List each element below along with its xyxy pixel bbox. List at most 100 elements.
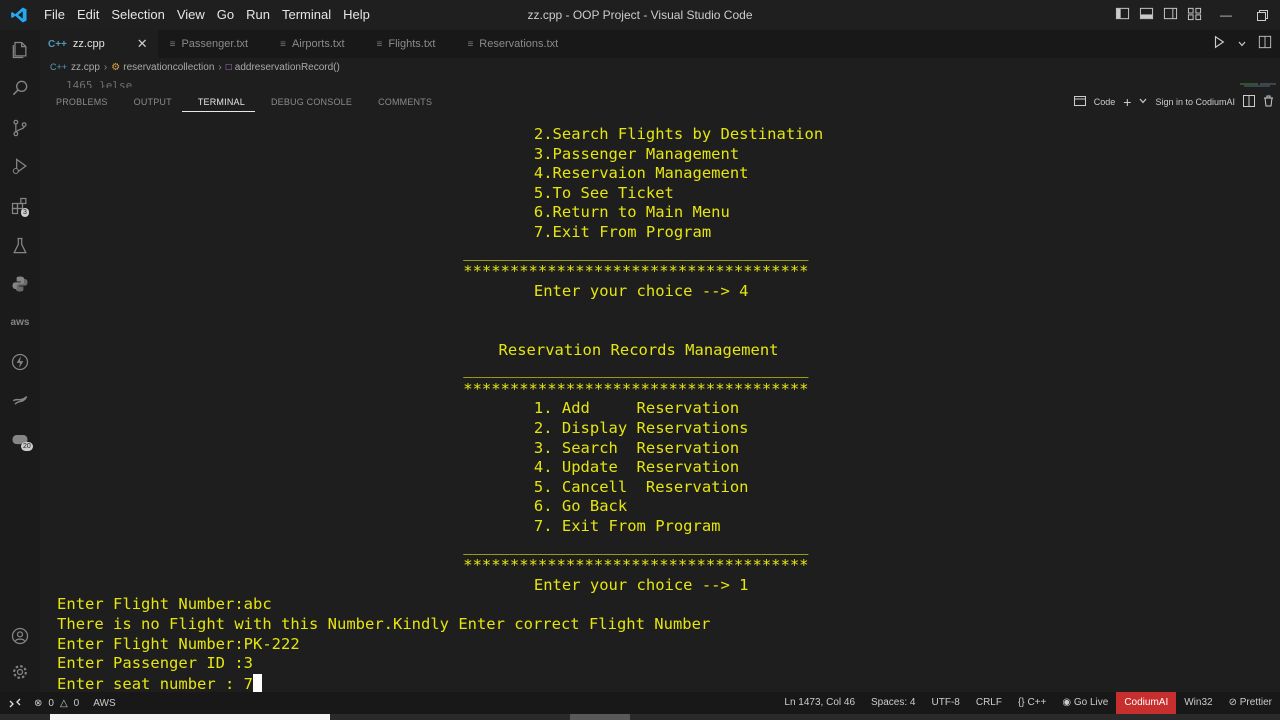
terminal-line: _____________________________________ [463,242,809,261]
live-share-icon[interactable] [0,382,40,418]
codium-button[interactable]: CodiumAI [1116,692,1177,714]
terminal-view[interactable]: 2.Search Flights by Destination 3.Passeng… [40,112,1280,693]
menu-selection[interactable]: Selection [105,0,170,30]
go-live-button[interactable]: ◉ Go Live [1054,692,1116,714]
tab-passenger-txt[interactable]: ≡ Passenger.txt [162,30,259,58]
braces-icon: {} [1017,697,1025,708]
accounts-icon[interactable] [0,618,40,654]
settings-gear-icon[interactable] [0,654,40,690]
split-terminal-icon[interactable] [1243,95,1255,109]
encoding[interactable]: UTF-8 [924,692,968,714]
breadcrumb-file[interactable]: zz.cpp [71,62,100,73]
status-left: ⊗ 0 △ 0 AWS [34,698,116,709]
vscode-logo-icon[interactable] [0,0,38,30]
chevron-right-icon: › [103,61,108,73]
language-mode[interactable]: {} C++ [1010,692,1054,714]
terminal-line: ************************************* [463,556,809,575]
indentation[interactable]: Spaces: 4 [863,692,923,714]
terminal-shell-label[interactable]: Code [1094,97,1116,107]
text-file-icon: ≡ [280,38,286,50]
toggle-secondary-sidebar-icon[interactable] [1163,6,1178,21]
status-bar: ⊗ 0 △ 0 AWS Ln 1473, Col 46 Spaces: 4 UT… [0,692,1280,714]
codium-sign-in[interactable]: Sign in to CodiumAI [1155,97,1235,107]
menu-go[interactable]: Go [211,0,240,30]
minimap[interactable] [1240,74,1276,87]
run-debug-icon[interactable] [0,148,40,184]
terminal-line: 3. Search Reservation [533,438,740,457]
taskbar-strip [0,714,1280,720]
aws-status[interactable]: AWS [93,698,115,709]
terminal-line: Enter Passenger ID :3 [57,654,254,673]
source-control-icon[interactable] [0,110,40,146]
new-terminal-icon[interactable]: + [1123,94,1131,110]
close-icon[interactable]: ✕ [137,36,148,52]
error-count[interactable]: 0 [48,698,54,709]
customize-layout-icon[interactable] [1187,6,1202,21]
tab-zz-cpp[interactable]: C++ zz.cpp ✕ [40,30,158,58]
menu-run[interactable]: Run [240,0,276,30]
tab-output[interactable]: OUTPUT [118,92,182,112]
tab-label: Airports.txt [291,38,345,50]
tab-terminal[interactable]: TERMINAL [181,93,255,112]
trash-icon[interactable] [1263,95,1274,109]
prettier-icon: ⊘ [1228,697,1237,708]
remote-badge: 20 [21,442,33,451]
tab-flights-txt[interactable]: ≡ Flights.txt [369,30,446,58]
taskbar-item [50,714,330,720]
toggle-primary-sidebar-icon[interactable] [1115,6,1130,21]
split-editor-icon[interactable] [1258,35,1272,54]
terminal-line: 2.Search Flights by Destination [533,125,824,143]
extensions-badge: 3 [21,208,29,217]
cpp-file-icon: C++ [50,62,68,72]
terminal-line: 1. Add Reservation [533,399,740,418]
toggle-panel-icon[interactable] [1139,6,1154,21]
python-icon[interactable] [0,266,40,302]
cursor-position[interactable]: Ln 1473, Col 46 [776,692,863,714]
lightning-icon[interactable] [0,344,40,380]
prettier-button[interactable]: ⊘ Prettier [1221,692,1280,714]
tab-problems[interactable]: PROBLEMS [40,92,118,112]
menu-file[interactable]: File [38,0,71,30]
editor-actions [1212,30,1280,58]
terminal-line: 6.Return to Main Menu [533,203,730,222]
run-file-icon[interactable] [1212,35,1226,54]
tab-debug-console[interactable]: DEBUG CONSOLE [255,92,362,112]
restore-icon[interactable] [1244,0,1280,30]
terminal-line: Reservation Records Management [498,340,779,359]
explorer-icon[interactable] [0,32,40,68]
chevron-right-icon: › [218,61,222,73]
tab-label: Passenger.txt [181,38,249,50]
remote-explorer-icon[interactable]: 20 [0,422,40,458]
breadcrumb-class[interactable]: reservationcollection [123,62,214,73]
breadcrumb-method[interactable]: addreservationRecord() [235,62,340,73]
line-ending[interactable]: CRLF [968,692,1010,714]
error-icon: ⊗ [34,697,43,709]
text-file-icon: ≡ [467,38,474,50]
editor-tabs: C++ zz.cpp ✕ ≡ Passenger.txt ≡ Airports.… [40,30,1280,58]
prettier-label: Prettier [1239,697,1272,708]
remote-indicator-icon[interactable] [0,692,30,714]
chevron-down-icon[interactable] [1139,97,1147,107]
chevron-down-icon[interactable] [1238,35,1246,53]
testing-icon[interactable] [0,228,40,264]
minimize-icon[interactable]: — [1208,0,1244,30]
cpp-file-icon: C++ [48,38,67,50]
extensions-icon[interactable]: 3 [0,188,40,224]
platform[interactable]: Win32 [1176,692,1220,714]
aws-icon[interactable]: aws [0,304,40,340]
aws-icon-label: aws [10,316,30,328]
tab-reservations-txt[interactable]: ≡ Reservations.txt [459,30,568,58]
menu-help[interactable]: Help [337,0,376,30]
method-symbol-icon: □ [225,61,232,73]
menu-view[interactable]: View [171,0,211,30]
menu-terminal[interactable]: Terminal [276,0,337,30]
language-label: C++ [1027,697,1047,708]
warning-count[interactable]: 0 [74,698,80,709]
menu-edit[interactable]: Edit [71,0,105,30]
terminal-line: ************************************* [463,262,809,281]
search-icon[interactable] [0,70,40,106]
tab-airports-txt[interactable]: ≡ Airports.txt [272,30,354,58]
terminal-line: ************************************* [463,379,809,398]
tab-comments[interactable]: COMMENTS [362,92,442,112]
menu-bar: File Edit Selection View Go Run Terminal… [38,0,376,30]
